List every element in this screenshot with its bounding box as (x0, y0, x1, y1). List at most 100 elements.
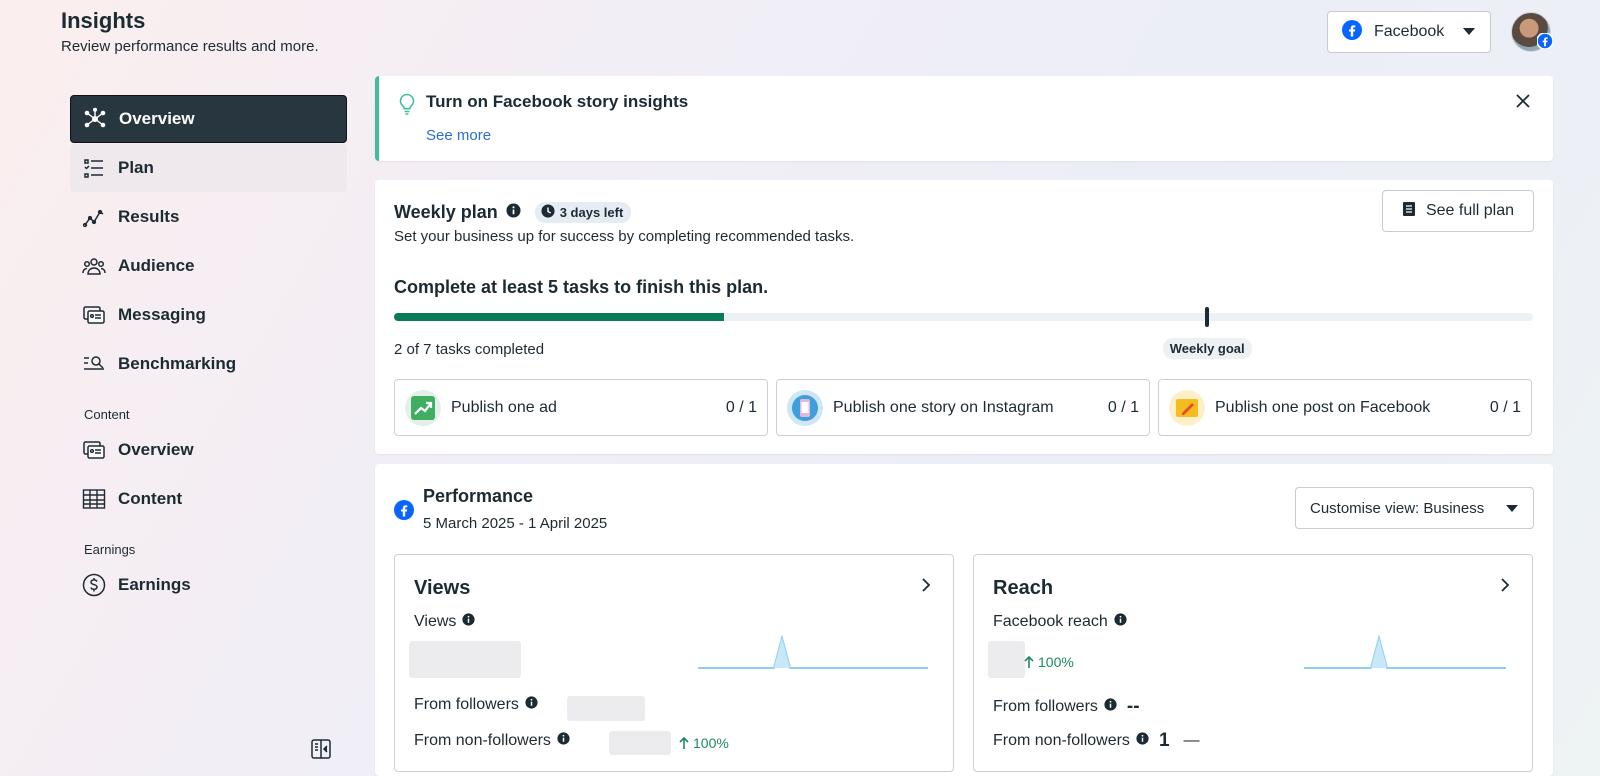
from-non-followers-label: From non-followers (414, 732, 551, 749)
lightbulb-icon (398, 93, 416, 120)
info-icon[interactable] (1104, 698, 1117, 716)
views-non-followers-change: 100% (679, 735, 729, 751)
info-icon[interactable] (525, 696, 538, 714)
weekly-plan-card: Weekly plan 3 days left Set your busines… (375, 180, 1553, 454)
clock-icon (541, 204, 555, 221)
sidebar-item-earnings[interactable]: Earnings (70, 561, 347, 609)
pencil-post-icon (1169, 389, 1205, 426)
sidebar-item-messaging[interactable]: Messaging (70, 291, 347, 339)
page-title: Insights (61, 8, 146, 33)
info-icon[interactable] (462, 613, 475, 631)
banner-title: Turn on Facebook story insights (426, 92, 689, 111)
task-card-publish-post[interactable]: Publish one post on Facebook 0 / 1 (1158, 379, 1532, 436)
sidebar-nav: Overview Plan Results Audience Messaging… (70, 95, 347, 610)
info-icon[interactable] (557, 732, 570, 750)
customise-view-dropdown[interactable]: Customise view: Business (1295, 487, 1534, 529)
info-icon[interactable] (1114, 613, 1127, 631)
reach-sparkline (1304, 635, 1506, 669)
views-sparkline (698, 635, 928, 669)
see-more-link[interactable]: See more (426, 127, 491, 144)
chevron-right-icon[interactable] (1500, 577, 1510, 598)
views-from-followers-row: From followers (414, 696, 538, 714)
plan-progress-fill (394, 313, 725, 321)
audience-icon (82, 254, 106, 278)
weekly-goal-marker (1205, 307, 1210, 327)
weekly-plan-title: Weekly plan (394, 202, 498, 222)
task-card-publish-ad[interactable]: Publish one ad 0 / 1 (394, 379, 768, 436)
weekly-goal-label: Weekly goal (1162, 338, 1252, 359)
content-section-label: Content (84, 407, 130, 422)
from-non-followers-value: 1 (1158, 730, 1170, 751)
arrow-up-icon (1024, 655, 1034, 668)
reach-from-followers-row: From followers -- (993, 696, 1140, 718)
views-title: Views (414, 577, 471, 599)
from-followers-value: -- (1126, 696, 1140, 717)
info-icon[interactable] (506, 202, 521, 223)
chevron-right-icon[interactable] (921, 577, 931, 598)
sidebar-item-content[interactable]: Content (70, 475, 347, 523)
sidebar-item-benchmarking[interactable]: Benchmarking (70, 340, 347, 388)
sidebar-item-results[interactable]: Results (70, 193, 347, 241)
sidebar-item-overview[interactable]: Overview (70, 95, 347, 143)
page-subtitle: Review performance results and more. (61, 38, 319, 55)
reach-metric-label: Facebook reach (993, 613, 1108, 630)
redacted-reach-value (988, 641, 1025, 678)
from-followers-label: From followers (993, 698, 1098, 715)
story-insights-banner: Turn on Facebook story insights See more (375, 76, 1553, 161)
tasks-completed-text: 2 of 7 tasks completed (394, 341, 545, 358)
views-metric-label-row: Views (414, 613, 475, 631)
caret-down-icon (1462, 23, 1476, 41)
sidebar-item-label: Overview (119, 109, 195, 128)
performance-date-range: 5 March 2025 - 1 April 2025 (423, 515, 608, 532)
see-full-plan-button[interactable]: See full plan (1382, 190, 1534, 232)
messaging-icon (82, 303, 106, 327)
task-card-publish-story[interactable]: Publish one story on Instagram 0 / 1 (776, 379, 1150, 436)
earnings-section-label: Earnings (84, 542, 136, 557)
overview-icon (83, 107, 107, 131)
table-icon (82, 487, 106, 511)
platform-selector[interactable]: Facebook (1327, 11, 1491, 53)
performance-title: Performance (423, 486, 534, 506)
reach-metric-card[interactable]: Reach Facebook reach 100% From followers… (973, 554, 1533, 772)
redacted-views-value (409, 641, 521, 678)
views-metric-label: Views (414, 613, 457, 630)
weekly-plan-subtitle: Set your business up for success by comp… (394, 228, 855, 245)
redacted-followers-value (567, 696, 645, 721)
plan-goal-text: Complete at least 5 tasks to finish this… (394, 277, 769, 297)
content-overview-icon (82, 438, 106, 462)
notebook-icon (1402, 201, 1416, 222)
dollar-icon (82, 573, 106, 597)
task-label: Publish one ad (451, 398, 557, 416)
task-label: Publish one post on Facebook (1215, 398, 1431, 416)
avatar[interactable] (1511, 12, 1554, 54)
collapse-sidebar-icon (309, 739, 333, 765)
sidebar-item-label: Results (118, 207, 180, 226)
facebook-icon (1342, 19, 1362, 45)
reach-title: Reach (993, 577, 1054, 599)
task-count: 0 / 1 (725, 398, 757, 416)
sidebar-item-audience[interactable]: Audience (70, 242, 347, 290)
views-from-non-followers-row: From non-followers (414, 732, 570, 750)
platform-label: Facebook (1374, 23, 1445, 40)
facebook-icon (394, 500, 414, 525)
collapse-sidebar-button[interactable] (309, 737, 333, 766)
results-icon (82, 205, 106, 229)
redacted-non-followers-value (609, 731, 671, 755)
info-icon[interactable] (1136, 732, 1149, 750)
see-full-plan-label: See full plan (1425, 202, 1515, 219)
reach-metric-label-row: Facebook reach (993, 613, 1127, 631)
sidebar-item-content-overview[interactable]: Overview (70, 426, 347, 474)
close-icon[interactable] (1515, 93, 1531, 114)
days-left-badge: 3 days left (534, 202, 632, 223)
reach-from-non-followers-row: From non-followers 1 — (993, 730, 1200, 752)
from-non-followers-change: — (1183, 732, 1200, 749)
weekly-plan-title-row: Weekly plan 3 days left (394, 202, 632, 223)
plan-icon (82, 156, 106, 180)
facebook-badge-icon (1536, 32, 1554, 54)
caret-down-icon (1505, 500, 1519, 517)
sidebar-item-label: Benchmarking (118, 354, 237, 373)
sidebar-item-plan[interactable]: Plan (70, 144, 347, 192)
from-followers-label: From followers (414, 696, 519, 713)
views-metric-card[interactable]: Views Views From followers From non-foll… (394, 554, 954, 772)
arrow-up-icon (679, 736, 689, 749)
